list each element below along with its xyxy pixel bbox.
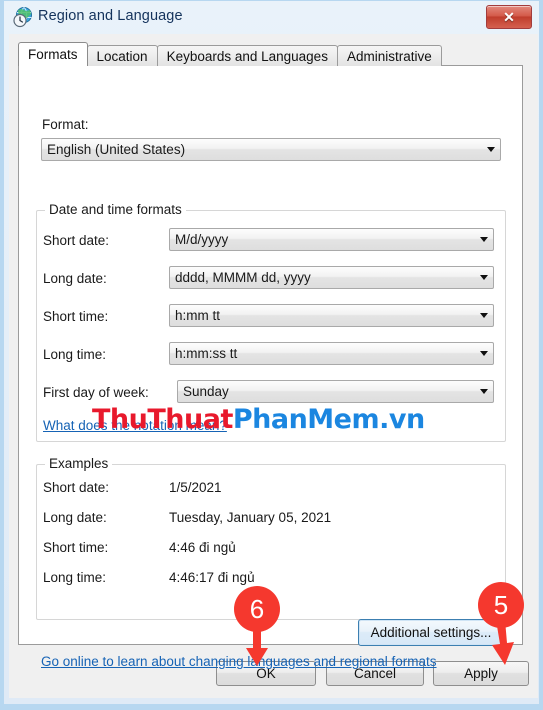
dialog-body: Formats Location Keyboards and Languages… — [9, 34, 538, 698]
region-and-language-window: Region and Language ✕ Formats Location K… — [0, 0, 543, 710]
example-long-time-label: Long time: — [43, 570, 107, 585]
chevron-down-icon — [475, 313, 493, 318]
region-globe-clock-icon — [12, 6, 34, 28]
chevron-down-icon — [475, 275, 493, 280]
long-time-combobox-value: h:mm:ss tt — [175, 346, 238, 361]
chevron-down-icon — [475, 389, 493, 394]
example-short-time-label: Short time: — [43, 540, 109, 555]
format-combobox-value: English (United States) — [47, 142, 186, 157]
example-short-date-value: 1/5/2021 — [169, 480, 222, 495]
example-short-date-label: Short date: — [43, 480, 110, 495]
example-long-date-value: Tuesday, January 05, 2021 — [169, 510, 332, 525]
long-date-combobox[interactable]: dddd, MMMM dd, yyyy — [169, 266, 494, 289]
chevron-down-icon — [475, 237, 493, 242]
short-time-combobox-value: h:mm tt — [175, 308, 221, 323]
short-date-combobox-value: M/d/yyyy — [175, 232, 229, 247]
short-date-combobox[interactable]: M/d/yyyy — [169, 228, 494, 251]
short-time-label: Short time: — [43, 309, 109, 324]
window-title: Region and Language — [38, 8, 183, 24]
close-icon[interactable]: ✕ — [486, 5, 532, 29]
tab-administrative[interactable]: Administrative — [336, 45, 442, 66]
example-short-time-value: 4:46 đi ngủ — [169, 540, 236, 555]
tab-administrative-label: Administrative — [346, 48, 432, 64]
example-long-time-value: 4:46:17 đi ngủ — [169, 570, 255, 585]
long-time-label: Long time: — [43, 347, 107, 362]
chevron-down-icon — [475, 351, 493, 356]
first-day-of-week-combobox[interactable]: Sunday — [177, 380, 494, 403]
tab-location-label: Location — [96, 48, 148, 64]
apply-button[interactable]: Apply — [433, 661, 529, 686]
format-label: Format: — [42, 117, 89, 132]
additional-settings-button[interactable]: Additional settings... — [358, 619, 504, 646]
format-combobox[interactable]: English (United States) — [41, 138, 501, 161]
title-bar: Region and Language ✕ — [4, 1, 539, 35]
go-online-link[interactable]: Go online to learn about changing langua… — [41, 654, 437, 669]
tab-formats-label: Formats — [28, 47, 78, 62]
long-date-combobox-value: dddd, MMMM dd, yyyy — [175, 270, 311, 285]
tab-location[interactable]: Location — [86, 45, 158, 66]
first-day-of-week-label: First day of week: — [43, 385, 149, 400]
examples-caption: Examples — [45, 456, 113, 471]
example-long-date-label: Long date: — [43, 510, 107, 525]
short-time-combobox[interactable]: h:mm tt — [169, 304, 494, 327]
tab-formats[interactable]: Formats — [18, 42, 88, 66]
short-date-label: Short date: — [43, 233, 110, 248]
tab-strip: Formats Location Keyboards and Languages… — [18, 42, 442, 66]
tab-keyboards-and-languages-label: Keyboards and Languages — [166, 48, 328, 64]
notation-help-link[interactable]: What does the notation mean? — [43, 418, 227, 433]
close-glyph: ✕ — [503, 9, 515, 25]
tab-keyboards-and-languages[interactable]: Keyboards and Languages — [156, 45, 338, 66]
first-day-of-week-combobox-value: Sunday — [183, 384, 229, 399]
chevron-down-icon — [482, 147, 500, 152]
date-time-formats-caption: Date and time formats — [45, 202, 186, 217]
long-time-combobox[interactable]: h:mm:ss tt — [169, 342, 494, 365]
tab-panel-formats: Format: English (United States) Date and… — [18, 65, 523, 669]
long-date-label: Long date: — [43, 271, 107, 286]
